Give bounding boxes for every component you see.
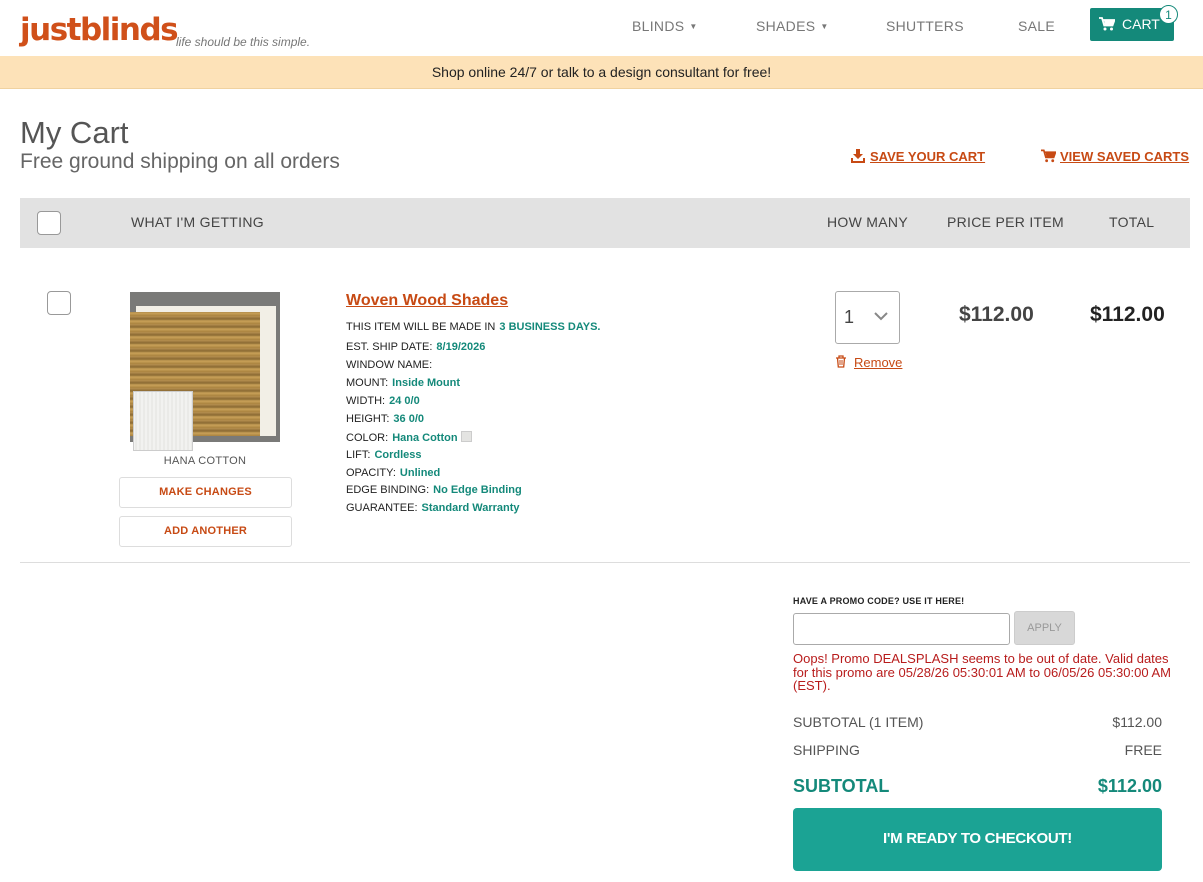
spec-value: Hana Cotton (392, 432, 458, 444)
spec-label: EDGE BINDING: (346, 484, 430, 496)
nav-sale[interactable]: SALE (1018, 18, 1055, 34)
trash-icon (836, 355, 846, 368)
apply-promo-button[interactable]: APPLY (1014, 611, 1075, 645)
chevron-down-icon (874, 312, 888, 321)
nav-shutters[interactable]: SHUTTERS (886, 18, 964, 34)
spec-opacity: OPACITY: Unlined (346, 467, 440, 479)
spec-lift: LIFT: Cordless (346, 449, 422, 461)
promo-label: HAVE A PROMO CODE? USE IT HERE! (793, 596, 965, 606)
swatch-label: HANA COTTON (163, 455, 247, 467)
summary-label: SUBTOTAL (793, 776, 890, 796)
cart-count-badge: 1 (1159, 5, 1178, 24)
spec-color: COLOR: Hana Cotton (346, 431, 472, 444)
cart-icon (1099, 17, 1115, 31)
spec-value: No Edge Binding (433, 484, 522, 496)
cart-table-header: WHAT I'M GETTING HOW MANY PRICE PER ITEM… (20, 198, 1190, 248)
spec-label: OPACITY: (346, 467, 396, 479)
spec-label: HEIGHT: (346, 413, 390, 425)
summary-value: $112.00 (1112, 714, 1162, 730)
page-subtitle: Free ground shipping on all orders (20, 150, 340, 173)
checkout-button[interactable]: I'M READY TO CHECKOUT! (793, 808, 1162, 871)
spec-window-name: WINDOW NAME: (346, 359, 436, 371)
nav-blinds-label: BLINDS (632, 18, 685, 34)
promo-code-input[interactable] (793, 613, 1010, 645)
made-in-value: 3 BUSINESS DAYS. (499, 321, 601, 333)
quantity-select[interactable]: 1 (835, 291, 900, 344)
summary-value: FREE (1124, 742, 1162, 758)
made-in-prefix: THIS ITEM WILL BE MADE IN (346, 321, 496, 333)
nav-blinds[interactable]: BLINDS ▼ (632, 18, 698, 34)
remove-item-link[interactable]: Remove (836, 355, 903, 370)
item-checkbox[interactable] (47, 291, 71, 315)
spec-label: COLOR: (346, 432, 389, 444)
promo-error-message: Oops! Promo DEALSPLASH seems to be out o… (793, 651, 1171, 693)
select-all-checkbox[interactable] (37, 211, 61, 235)
nav-shades-label: SHADES (756, 18, 816, 34)
spec-value: 8/19/2026 (436, 341, 486, 353)
logo[interactable]: justblinds (20, 12, 179, 48)
page-title: My Cart (20, 115, 129, 150)
spec-mount: MOUNT: Inside Mount (346, 377, 460, 389)
make-changes-button[interactable]: MAKE CHANGES (119, 477, 292, 508)
divider (20, 562, 1190, 563)
caret-down-icon: ▼ (689, 22, 698, 31)
site-header: justblinds life should be this simple. B… (0, 0, 1203, 56)
spec-value: 36 0/0 (393, 413, 424, 425)
summary-label: SUBTOTAL (1 ITEM) (793, 714, 924, 730)
spec-value: 24 0/0 (389, 395, 420, 407)
header-total: TOTAL (1109, 214, 1155, 230)
add-another-button[interactable]: ADD ANOTHER (119, 516, 292, 547)
spec-value: Cordless (374, 449, 422, 461)
promo-banner: Shop online 24/7 or talk to a design con… (0, 56, 1203, 89)
made-in-note: THIS ITEM WILL BE MADE IN 3 BUSINESS DAY… (346, 321, 600, 333)
header-price: PRICE PER ITEM (947, 214, 1064, 230)
color-chip (460, 431, 472, 442)
view-saved-carts-link[interactable]: VIEW SAVED CARTS (1041, 149, 1190, 164)
tagline: life should be this simple. (176, 35, 311, 49)
color-swatch (133, 391, 193, 451)
spec-label: EST. SHIP DATE: (346, 341, 433, 353)
spec-label: MOUNT: (346, 377, 389, 389)
spec-width: WIDTH: 24 0/0 (346, 395, 420, 407)
save-cart-label: SAVE YOUR CART (870, 149, 986, 164)
spec-label: WINDOW NAME: (346, 359, 433, 371)
spec-height: HEIGHT: 36 0/0 (346, 413, 424, 425)
spec-label: LIFT: (346, 449, 371, 461)
nav-shades[interactable]: SHADES ▼ (756, 18, 829, 34)
spec-value: Unlined (399, 467, 441, 479)
spec-value: Inside Mount (392, 377, 460, 389)
quantity-value: 1 (844, 307, 855, 327)
product-name-link[interactable]: Woven Wood Shades (346, 292, 508, 310)
spec-edge-binding: EDGE BINDING: No Edge Binding (346, 484, 522, 496)
remove-label: Remove (854, 355, 903, 370)
spec-label: WIDTH: (346, 395, 386, 407)
download-icon (851, 149, 865, 163)
cart-label: CART (1122, 16, 1160, 32)
summary-value: $112.00 (1097, 776, 1162, 796)
view-saved-carts-label: VIEW SAVED CARTS (1060, 149, 1190, 164)
header-qty: HOW MANY (827, 214, 908, 230)
spec-guarantee: GUARANTEE: Standard Warranty (346, 502, 520, 514)
caret-down-icon: ▼ (820, 22, 829, 31)
price-per-item: $112.00 (959, 303, 1034, 326)
summary-label: SHIPPING (793, 742, 860, 758)
item-total: $112.00 (1090, 303, 1165, 326)
save-cart-link[interactable]: SAVE YOUR CART (851, 149, 986, 164)
spec-label: GUARANTEE: (346, 502, 418, 514)
spec-ship-date: EST. SHIP DATE: 8/19/2026 (346, 341, 485, 353)
header-item: WHAT I'M GETTING (131, 214, 264, 230)
spec-value: Standard Warranty (421, 502, 520, 514)
cart-icon (1041, 149, 1056, 163)
